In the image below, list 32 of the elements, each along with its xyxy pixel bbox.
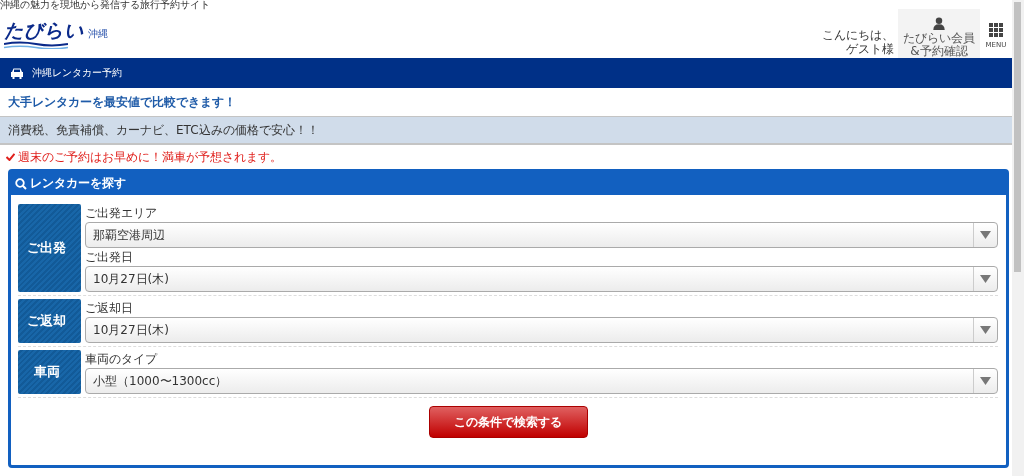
search-icon <box>15 177 27 190</box>
dropdown-arrow-icon <box>980 231 991 239</box>
field-label: ご出発エリア <box>85 205 158 222</box>
user-icon <box>933 17 945 30</box>
group-label: ご出発 <box>18 204 81 292</box>
group-label: 車両 <box>18 350 81 394</box>
notice-text: 週末のご予約はお早めに！満車が予想されます。 <box>18 148 282 166</box>
dropdown-arrow-icon <box>980 275 991 283</box>
select-field[interactable]: 10月27日(木) <box>85 266 998 292</box>
nav-title: 沖縄レンタカー予約 <box>32 66 122 80</box>
member-link-text[interactable]: たびらい会員 <box>903 32 975 45</box>
member-link[interactable]: たびらい会員 &予約確認 <box>898 9 980 59</box>
select-field[interactable]: 那覇空港周辺 <box>85 222 998 248</box>
check-icon <box>6 153 15 161</box>
field-label: ご出発日 <box>85 249 134 266</box>
greeting-text: こんにちは、 ゲスト様 <box>822 28 894 56</box>
group-label: ご返却 <box>18 299 81 343</box>
field-label: ご返却日 <box>85 300 134 317</box>
member-link-text[interactable]: &予約確認 <box>910 45 968 58</box>
search-button[interactable]: この条件で検索する <box>428 406 588 438</box>
field-label: 車両のタイプ <box>85 351 159 368</box>
tagline: 沖縄の魅力を現地から発信する旅行予約サイト <box>0 0 211 10</box>
select-field[interactable]: 小型（1000〜1300cc） <box>85 368 998 394</box>
info-banner: 消費税、免責補償、カーナビ、ETC込みの価格で安心！！ <box>0 116 1012 145</box>
dropdown-arrow-icon <box>980 377 991 385</box>
car-icon <box>10 67 24 79</box>
menu-icon <box>989 23 1003 37</box>
site-logo[interactable]: たびらい 沖縄 <box>4 19 108 49</box>
intro-text: 大手レンタカーを最安値で比較できます！ <box>7 93 237 111</box>
select-field[interactable]: 10月27日(木) <box>85 317 998 343</box>
panel-title: レンタカーを探す <box>30 175 126 192</box>
dropdown-arrow-icon <box>980 326 991 334</box>
